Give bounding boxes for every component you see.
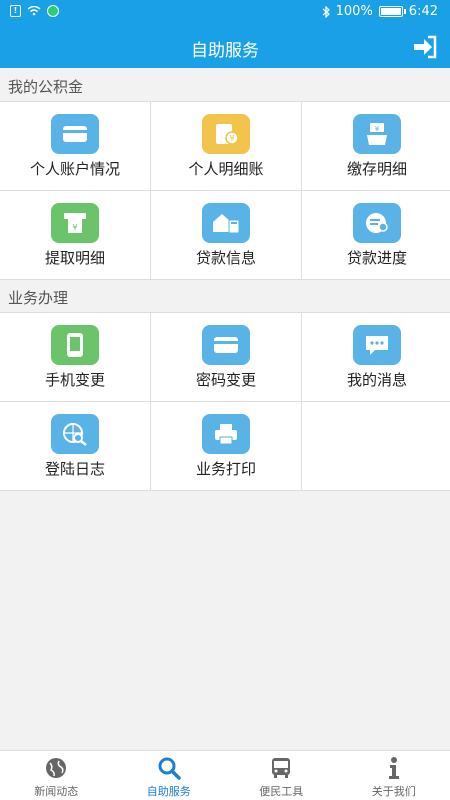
grid-item-label: 贷款进度 [346,249,407,267]
grid-item-label: 手机变更 [44,371,105,389]
status-left: ! [10,5,59,17]
printer-icon [202,414,250,454]
ledger-icon: ¥ [202,114,250,154]
status-right: 100% 6:42 [322,4,438,19]
section-label-my-fund: 我的公积金 [8,78,84,96]
grid-item-loan-progress[interactable]: 贷款进度 [302,191,450,279]
grid-item-business-print[interactable]: 业务打印 [151,402,301,490]
bottom-tab-bar: 新闻动态 自助服务 便民工具 关于我们 [0,750,450,800]
wifi-icon [27,6,41,16]
tab-tools[interactable]: 便民工具 [225,751,338,800]
tab-news[interactable]: 新闻动态 [0,751,113,800]
globe-search-icon [51,414,99,454]
title-bar: 自助服务 [0,26,450,68]
business-grid: 手机变更 密码变更 我的消息 登陆日志 业务打印 [0,312,450,491]
tab-label: 关于我们 [371,785,416,798]
tab-label: 便民工具 [259,785,304,798]
grid-item-label: 个人明细账 [188,160,264,178]
section-label-business: 业务办理 [8,289,69,307]
grid-item-personal-ledger[interactable]: ¥ 个人明细账 [151,102,301,190]
svg-text:¥: ¥ [229,134,234,143]
wallet-icon [51,114,99,154]
card-icon [202,325,250,365]
progress-clock-icon [353,203,401,243]
bus-icon [272,758,291,778]
app-status-icon [47,5,59,17]
grid-item-deposit-detail[interactable]: ¥ 缴存明细 [302,102,450,190]
globe-icon [46,758,67,778]
page-title: 自助服务 [191,41,259,61]
grid-item-label: 登陆日志 [44,460,105,478]
battery-icon [378,6,406,17]
info-icon [388,757,399,779]
search-icon [158,757,181,780]
grid-item-account-status[interactable]: 个人账户情况 [0,102,150,190]
grid-item-label: 密码变更 [195,371,256,389]
grid-item-loan-info[interactable]: 贷款信息 [151,191,301,279]
grid-empty-cell [302,402,450,490]
atm-withdraw-icon: ¥ [51,203,99,243]
message-icon [353,325,401,365]
grid-item-login-log[interactable]: 登陆日志 [0,402,150,490]
grid-item-label: 个人账户情况 [29,160,120,178]
status-bar: ! 100% 6:42 [0,0,450,26]
tab-about[interactable]: 关于我们 [338,751,450,800]
clock: 6:42 [408,4,438,19]
grid-item-label: 我的消息 [346,371,407,389]
svg-text:¥: ¥ [72,223,77,232]
grid-item-password-change[interactable]: 密码变更 [151,313,301,401]
bluetooth-icon [322,5,330,18]
notification-icon: ! [10,5,21,17]
my-fund-grid: 个人账户情况 ¥ 个人明细账 ¥ 缴存明细 ¥ 提取明细 贷款信息 贷款进度 [0,101,450,280]
grid-item-phone-change[interactable]: 手机变更 [0,313,150,401]
grid-item-label: 业务打印 [195,460,256,478]
grid-item-label: 缴存明细 [346,160,407,178]
tab-self-service[interactable]: 自助服务 [113,751,226,800]
grid-item-label: 贷款信息 [195,249,256,267]
deposit-hand-icon: ¥ [353,114,401,154]
tab-label: 自助服务 [146,785,191,798]
grid-item-withdraw-detail[interactable]: ¥ 提取明细 [0,191,150,279]
battery-percent: 100% [335,4,373,19]
house-calculator-icon [202,203,250,243]
grid-item-label: 提取明细 [44,249,105,267]
phone-icon [51,325,99,365]
logout-icon[interactable] [410,34,438,60]
grid-item-my-messages[interactable]: 我的消息 [302,313,450,401]
tab-label: 新闻动态 [34,785,79,798]
svg-text:¥: ¥ [375,125,380,133]
